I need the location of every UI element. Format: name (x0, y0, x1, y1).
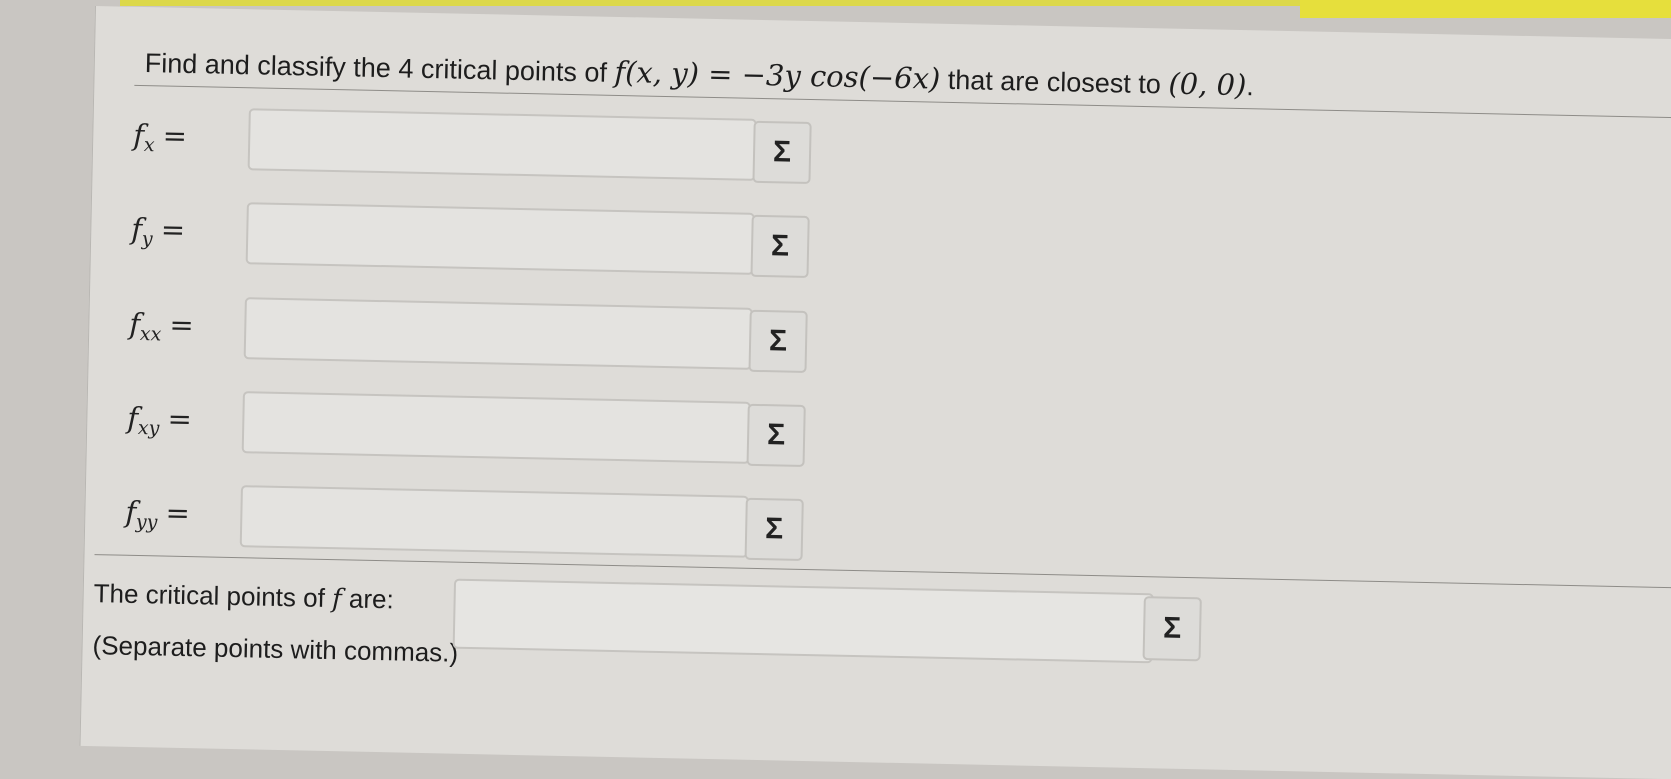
screen-top-highlight (120, 0, 1300, 6)
fy-input[interactable] (245, 202, 755, 275)
label-fxx: fxx = (128, 306, 195, 346)
row-fyy: fyy = Σ (125, 477, 826, 564)
sigma-icon: Σ (1162, 611, 1182, 645)
critical-points-equation-editor-button[interactable]: Σ (1142, 596, 1202, 662)
label-fxy: fxy = (127, 400, 193, 440)
critical-points-label: The critical points of f are: (93, 578, 395, 615)
separate-points-note: (Separate points with commas.) (92, 630, 459, 668)
prompt-text-1: Find and classify the 4 critical points … (144, 48, 615, 88)
function-expression: f(x, y) = −3y cos(−6x) (614, 54, 941, 96)
fx-equation-editor-button[interactable]: Σ (752, 120, 812, 185)
row-fxy: fxy = Σ (127, 383, 828, 470)
question-prompt: Find and classify the 4 critical points … (144, 45, 1255, 103)
label-fy: fy = (130, 211, 186, 251)
sigma-icon: Σ (768, 324, 788, 358)
sigma-icon: Σ (770, 229, 790, 263)
origin-point: (0, 0) (1168, 66, 1247, 103)
sigma-icon: Σ (772, 135, 792, 169)
sigma-icon: Σ (764, 512, 784, 546)
row-fy: fy = Σ (131, 194, 832, 281)
critical-points-input[interactable] (452, 578, 1154, 664)
row-fx: fx = Σ (133, 100, 834, 187)
label-fyy: fyy = (125, 494, 191, 534)
fxx-equation-editor-button[interactable]: Σ (748, 309, 808, 373)
screen-top-highlight-right (1300, 0, 1671, 18)
fxx-input[interactable] (243, 297, 753, 370)
fy-equation-editor-button[interactable]: Σ (750, 214, 810, 279)
prompt-period: . (1246, 71, 1255, 102)
sigma-icon: Σ (766, 418, 786, 452)
fyy-equation-editor-button[interactable]: Σ (744, 497, 804, 561)
fxy-input[interactable] (241, 391, 751, 464)
fxy-equation-editor-button[interactable]: Σ (746, 403, 806, 467)
label-fx: fx = (132, 117, 188, 157)
fyy-input[interactable] (239, 485, 749, 558)
prompt-text-2: that are closest to (939, 64, 1169, 100)
question-panel: Find and classify the 4 critical points … (79, 6, 1671, 779)
row-fxx: fxx = Σ (129, 289, 830, 376)
fx-input[interactable] (247, 108, 757, 181)
